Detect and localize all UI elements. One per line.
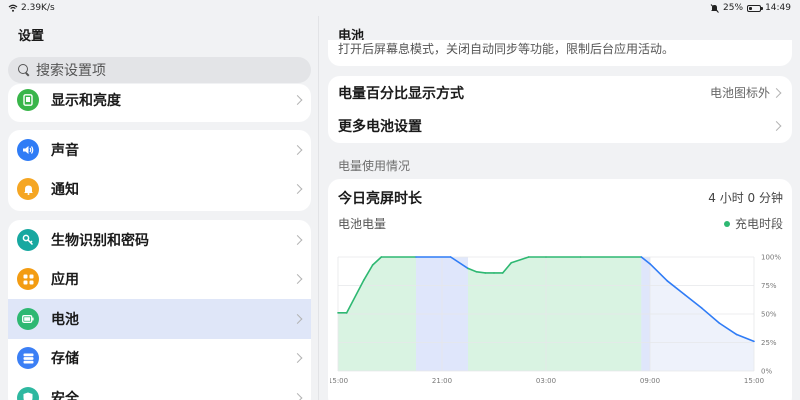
apps-icon xyxy=(17,268,39,291)
chart-label: 电池电量 xyxy=(338,217,387,231)
chevron-right-icon xyxy=(292,234,303,245)
y-tick-label: 100% xyxy=(761,254,781,262)
chevron-right-icon xyxy=(292,95,303,105)
x-tick-label: 09:00 xyxy=(640,377,660,385)
legend-label: 充电时段 xyxy=(734,217,783,231)
status-left: 2.39K/s xyxy=(8,3,55,13)
chevron-right-icon xyxy=(771,121,782,132)
sidebar-item-display[interactable]: 显示和亮度 xyxy=(8,84,311,119)
chevron-right-icon xyxy=(292,392,303,400)
y-tick-label: 25% xyxy=(761,339,777,347)
status-right: 25% 14:49 xyxy=(710,3,791,13)
key-icon xyxy=(17,228,39,251)
network-speed: 2.39K/s xyxy=(21,3,55,13)
chevron-right-icon xyxy=(292,353,303,364)
chevron-right-icon xyxy=(292,184,303,195)
wifi-icon xyxy=(8,4,18,12)
row-label: 电量百分比显示方式 xyxy=(338,85,464,102)
search-bar[interactable]: 搜索设置项 xyxy=(8,57,311,83)
status-bar: 2.39K/s 25% 14:49 xyxy=(0,0,800,16)
group-sound: 声音 通知 xyxy=(8,130,311,211)
y-tick-label: 50% xyxy=(761,311,777,319)
battery-settings-card: 电量百分比显示方式 电池图标外 更多电池设置 xyxy=(328,76,792,143)
sidebar-item-label: 安全 xyxy=(51,390,79,400)
sidebar-item-apps[interactable]: 应用 xyxy=(8,260,311,300)
shield-icon xyxy=(17,386,39,400)
chevron-right-icon xyxy=(292,144,303,155)
screen-time-value: 4 小时 0 分钟 xyxy=(708,191,783,205)
search-placeholder: 搜索设置项 xyxy=(36,63,106,79)
settings-title: 设置 xyxy=(18,29,45,44)
power-saving-card: 打开后屏幕息模式，关闭自动同步等功能，限制后台应用活动。 xyxy=(328,40,792,66)
sidebar-item-label: 通知 xyxy=(51,182,79,199)
battery-line-segment xyxy=(475,271,487,274)
row-value: 电池图标外 xyxy=(709,86,770,101)
sidebar-item-label: 存储 xyxy=(51,351,79,368)
mute-icon xyxy=(710,3,719,13)
sidebar-item-label: 声音 xyxy=(51,142,79,159)
x-tick-label: 15:00 xyxy=(330,377,348,385)
sidebar-item-label: 电池 xyxy=(51,311,79,328)
battery-status-icon xyxy=(747,4,764,12)
screen-time-title: 今日亮屏时长 xyxy=(338,191,422,207)
group-display: 显示和亮度 xyxy=(8,84,311,122)
sidebar-item-biometrics[interactable]: 生物识别和密码 xyxy=(8,220,311,260)
battery-level-chart: 15:00 21:00 03:00 09:00 15:00 100% 75% 50% 25% 0% xyxy=(330,254,781,386)
group-security: 生物识别和密码 应用 电池 存储 安全 xyxy=(8,220,311,400)
clock: 14:49 xyxy=(765,3,791,13)
sidebar-item-sound[interactable]: 声音 xyxy=(8,130,311,170)
volume-icon xyxy=(17,138,39,161)
power-saving-description: 打开后屏幕息模式，关闭自动同步等功能，限制后台应用活动。 xyxy=(338,42,675,56)
more-battery-settings-row[interactable]: 更多电池设置 xyxy=(328,110,792,144)
y-tick-label: 75% xyxy=(761,282,777,290)
sidebar-item-battery[interactable]: 电池 xyxy=(8,299,311,339)
chevron-right-icon xyxy=(771,87,782,98)
storage-icon xyxy=(17,347,39,370)
display-icon xyxy=(17,89,39,111)
section-header: 电量使用情况 xyxy=(338,159,411,173)
chevron-right-icon xyxy=(292,313,303,324)
sidebar-item-label: 应用 xyxy=(51,272,79,289)
bell-icon xyxy=(17,178,39,201)
x-tick-label: 21:00 xyxy=(432,377,452,385)
sidebar-item-label: 显示和亮度 xyxy=(51,93,121,109)
sidebar-item-label: 生物识别和密码 xyxy=(51,232,149,249)
y-tick-label: 0% xyxy=(761,368,772,376)
legend-dot xyxy=(723,220,730,227)
battery-percent: 25% xyxy=(723,3,744,13)
sidebar-item-security[interactable]: 安全 xyxy=(8,378,311,400)
row-label: 更多电池设置 xyxy=(338,119,422,136)
x-tick-label: 03:00 xyxy=(536,377,556,385)
sidebar-item-notifications[interactable]: 通知 xyxy=(8,170,311,210)
sidebar-item-storage[interactable]: 存储 xyxy=(8,339,311,379)
battery-icon xyxy=(17,307,39,330)
x-tick-label: 15:00 xyxy=(744,377,764,385)
pane-divider xyxy=(318,16,319,400)
chart-legend: 充电时段 xyxy=(723,215,783,232)
search-icon xyxy=(18,64,30,76)
chevron-right-icon xyxy=(292,274,303,285)
battery-percentage-display-row[interactable]: 电量百分比显示方式 电池图标外 xyxy=(328,76,792,110)
